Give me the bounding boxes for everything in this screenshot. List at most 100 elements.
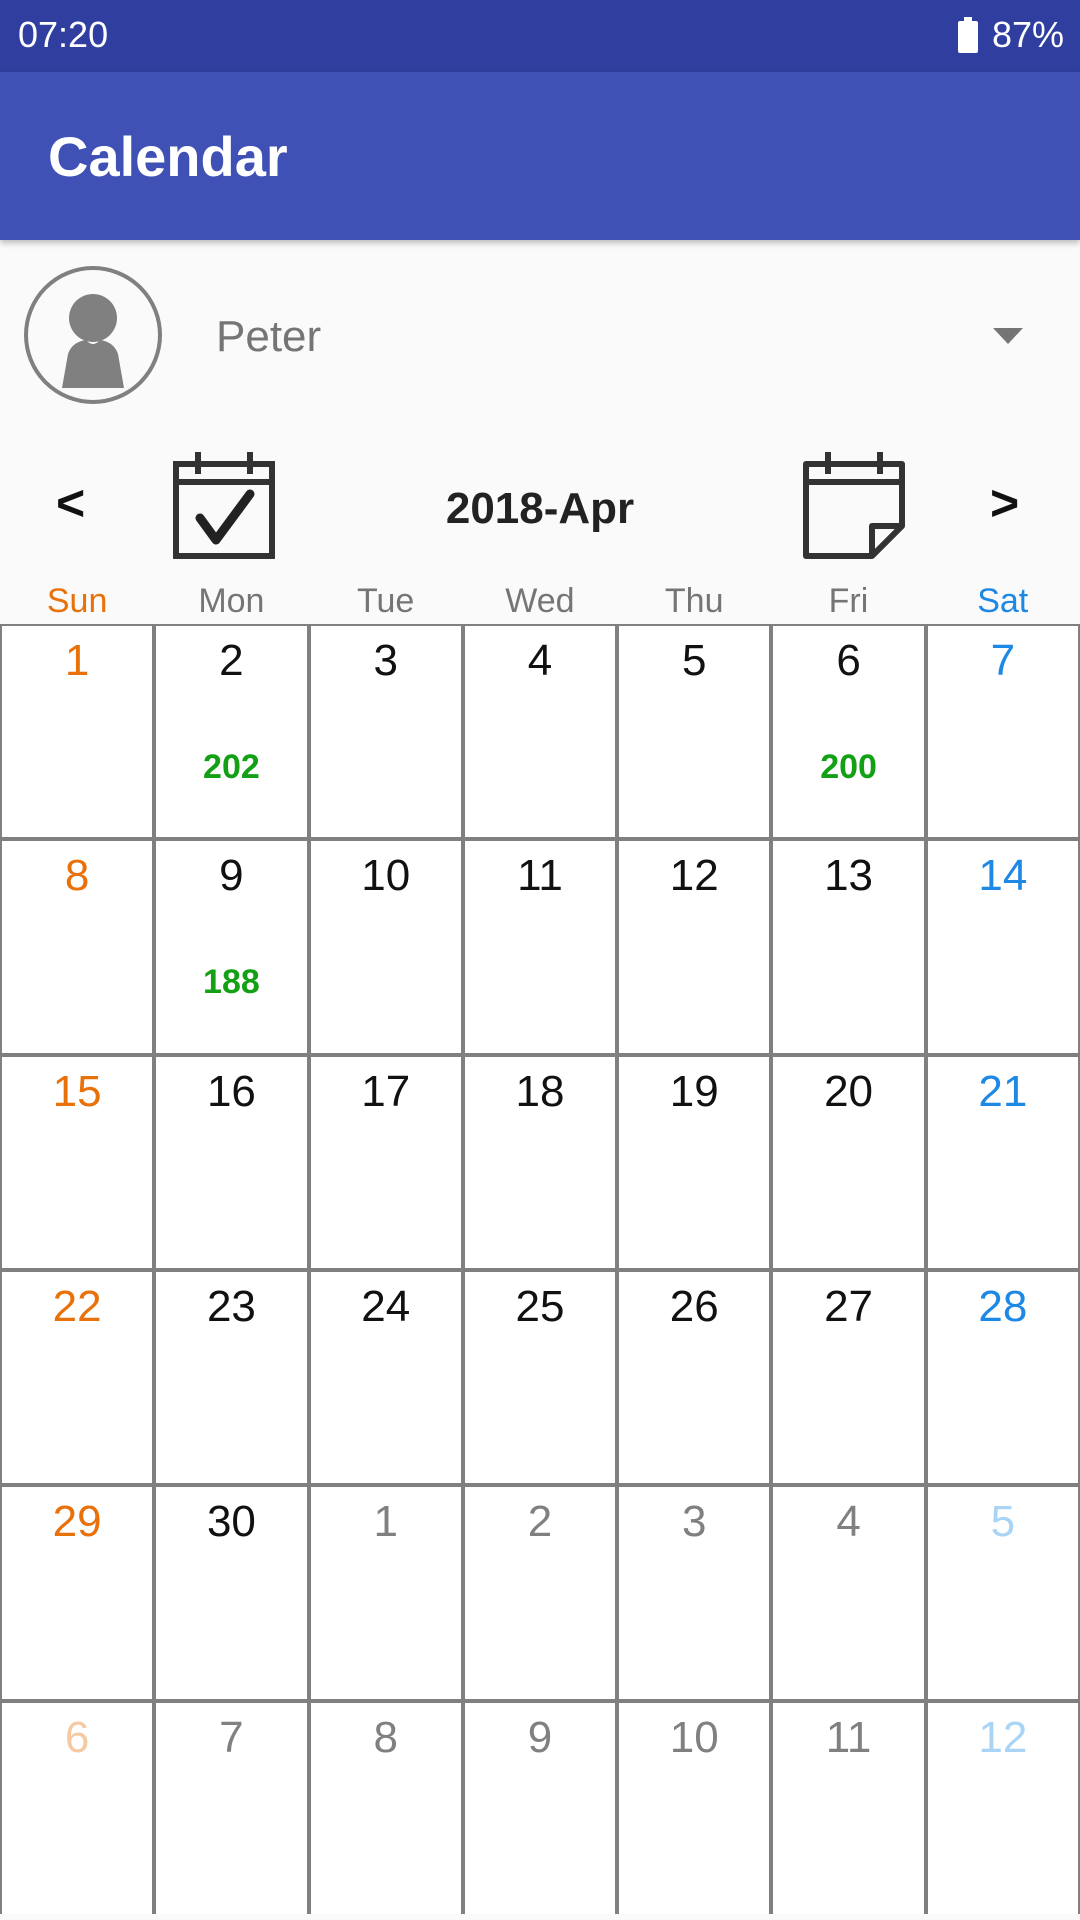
weekday-sat: Sat (977, 582, 1029, 620)
day-number: 28 (978, 1281, 1028, 1331)
dropdown-arrow-icon[interactable] (993, 328, 1023, 349)
day-number: 8 (64, 851, 90, 901)
day-cell[interactable]: 1 (310, 1487, 461, 1699)
day-cell[interactable]: 17 (310, 1056, 461, 1268)
day-cell[interactable]: 14 (927, 841, 1078, 1053)
day-cell[interactable]: 11 (773, 1702, 924, 1914)
weekday-wed: Wed (505, 582, 575, 620)
day-cell[interactable]: 1 (2, 626, 153, 838)
day-cell[interactable]: 21 (927, 1056, 1078, 1268)
day-number: 13 (824, 851, 874, 901)
person-icon (62, 294, 124, 388)
day-cell[interactable]: 8 (310, 1702, 461, 1914)
day-number: 25 (515, 1281, 565, 1331)
day-cell[interactable]: 4 (464, 626, 616, 838)
day-number: 12 (669, 851, 719, 901)
day-cell[interactable]: 8 (2, 841, 153, 1053)
day-number: 9 (219, 851, 244, 901)
day-cell[interactable]: 23 (156, 1271, 307, 1484)
day-cell[interactable]: 9 188 (156, 841, 307, 1053)
day-number: 19 (669, 1066, 719, 1116)
weekday-header: Sun Mon Tue Wed Thu Fri Sat (0, 582, 1080, 622)
day-number: 4 (836, 1497, 861, 1547)
day-number: 17 (361, 1066, 411, 1116)
day-number: 4 (527, 636, 553, 685)
day-number: 26 (669, 1281, 719, 1331)
day-cell[interactable]: 16 (156, 1056, 307, 1268)
day-cell[interactable]: 13 (773, 841, 924, 1053)
app-bar: Calendar (0, 72, 1080, 240)
month-title: 2018-Apr (445, 484, 635, 533)
day-cell[interactable]: 7 (156, 1702, 307, 1914)
app-title: Calendar (48, 125, 288, 188)
day-number: 11 (825, 1712, 872, 1762)
day-number: 30 (206, 1497, 256, 1547)
day-cell[interactable]: 28 (927, 1271, 1078, 1484)
weekday-mon: Mon (198, 582, 265, 620)
day-number: 5 (682, 636, 707, 685)
event-count: 200 (820, 748, 877, 786)
day-cell[interactable]: 30 (156, 1487, 307, 1699)
day-number: 3 (682, 1497, 707, 1547)
day-cell[interactable]: 4 (773, 1487, 924, 1699)
calendar-grid: 1 2 202 3 4 5 6 200 7 8 9 188 10 11 12 13 14 15 16 17 18 19 20… (0, 624, 1080, 1914)
avatar (24, 266, 162, 404)
day-cell[interactable]: 2 (464, 1487, 616, 1699)
user-selector[interactable]: Peter (0, 262, 1080, 412)
status-right: 87% (957, 14, 1064, 56)
day-cell[interactable]: 25 (464, 1271, 616, 1484)
day-number: 16 (206, 1066, 256, 1116)
day-cell[interactable]: 26 (619, 1271, 770, 1484)
day-cell[interactable]: 5 (619, 626, 770, 838)
event-count: 202 (203, 748, 260, 786)
day-number: 27 (824, 1281, 874, 1331)
day-number: 9 (527, 1712, 553, 1762)
day-cell[interactable]: 20 (773, 1056, 924, 1268)
calendar-page-icon[interactable] (802, 448, 906, 565)
user-name: Peter (216, 312, 322, 361)
day-number: 6 (64, 1712, 90, 1762)
previous-month-button[interactable]: < (56, 474, 85, 532)
day-cell[interactable]: 6 (2, 1702, 153, 1914)
day-number: 6 (836, 636, 861, 685)
day-cell[interactable]: 29 (2, 1487, 153, 1699)
day-cell[interactable]: 2 202 (156, 626, 307, 838)
status-bar: 07:20 87% (0, 0, 1080, 72)
day-number: 15 (52, 1066, 102, 1116)
day-number: 3 (373, 636, 398, 685)
day-number: 2 (219, 636, 244, 685)
day-number: 29 (52, 1497, 102, 1547)
weekday-tue: Tue (357, 582, 415, 620)
day-cell[interactable]: 7 (927, 626, 1078, 838)
day-cell[interactable]: 3 (619, 1487, 770, 1699)
day-cell[interactable]: 6 200 (773, 626, 924, 838)
day-cell[interactable]: 9 (464, 1702, 616, 1914)
day-cell[interactable]: 5 (927, 1487, 1078, 1699)
day-number: 1 (64, 636, 90, 685)
next-month-button[interactable]: > (990, 474, 1019, 532)
day-number: 2 (527, 1497, 553, 1547)
day-cell[interactable]: 19 (619, 1056, 770, 1268)
day-number: 18 (515, 1066, 565, 1116)
day-cell[interactable]: 22 (2, 1271, 153, 1484)
day-cell[interactable]: 10 (619, 1702, 770, 1914)
day-cell[interactable]: 3 (310, 626, 461, 838)
day-number: 7 (219, 1712, 244, 1762)
day-cell[interactable]: 15 (2, 1056, 153, 1268)
calendar-check-icon[interactable] (172, 448, 276, 565)
day-number: 24 (361, 1281, 411, 1331)
day-number: 12 (978, 1712, 1028, 1762)
day-cell[interactable]: 27 (773, 1271, 924, 1484)
battery-percent: 87% (991, 14, 1064, 55)
day-number: 1 (373, 1497, 398, 1547)
day-cell[interactable]: 12 (619, 841, 770, 1053)
day-cell[interactable]: 10 (310, 841, 461, 1053)
day-cell[interactable]: 24 (310, 1271, 461, 1484)
weekday-sun: Sun (46, 582, 108, 620)
day-number: 8 (373, 1712, 398, 1762)
day-cell[interactable]: 11 (464, 841, 616, 1053)
day-number: 22 (52, 1281, 102, 1331)
day-cell[interactable]: 18 (464, 1056, 616, 1268)
battery-icon (957, 17, 978, 53)
day-cell[interactable]: 12 (927, 1702, 1078, 1914)
